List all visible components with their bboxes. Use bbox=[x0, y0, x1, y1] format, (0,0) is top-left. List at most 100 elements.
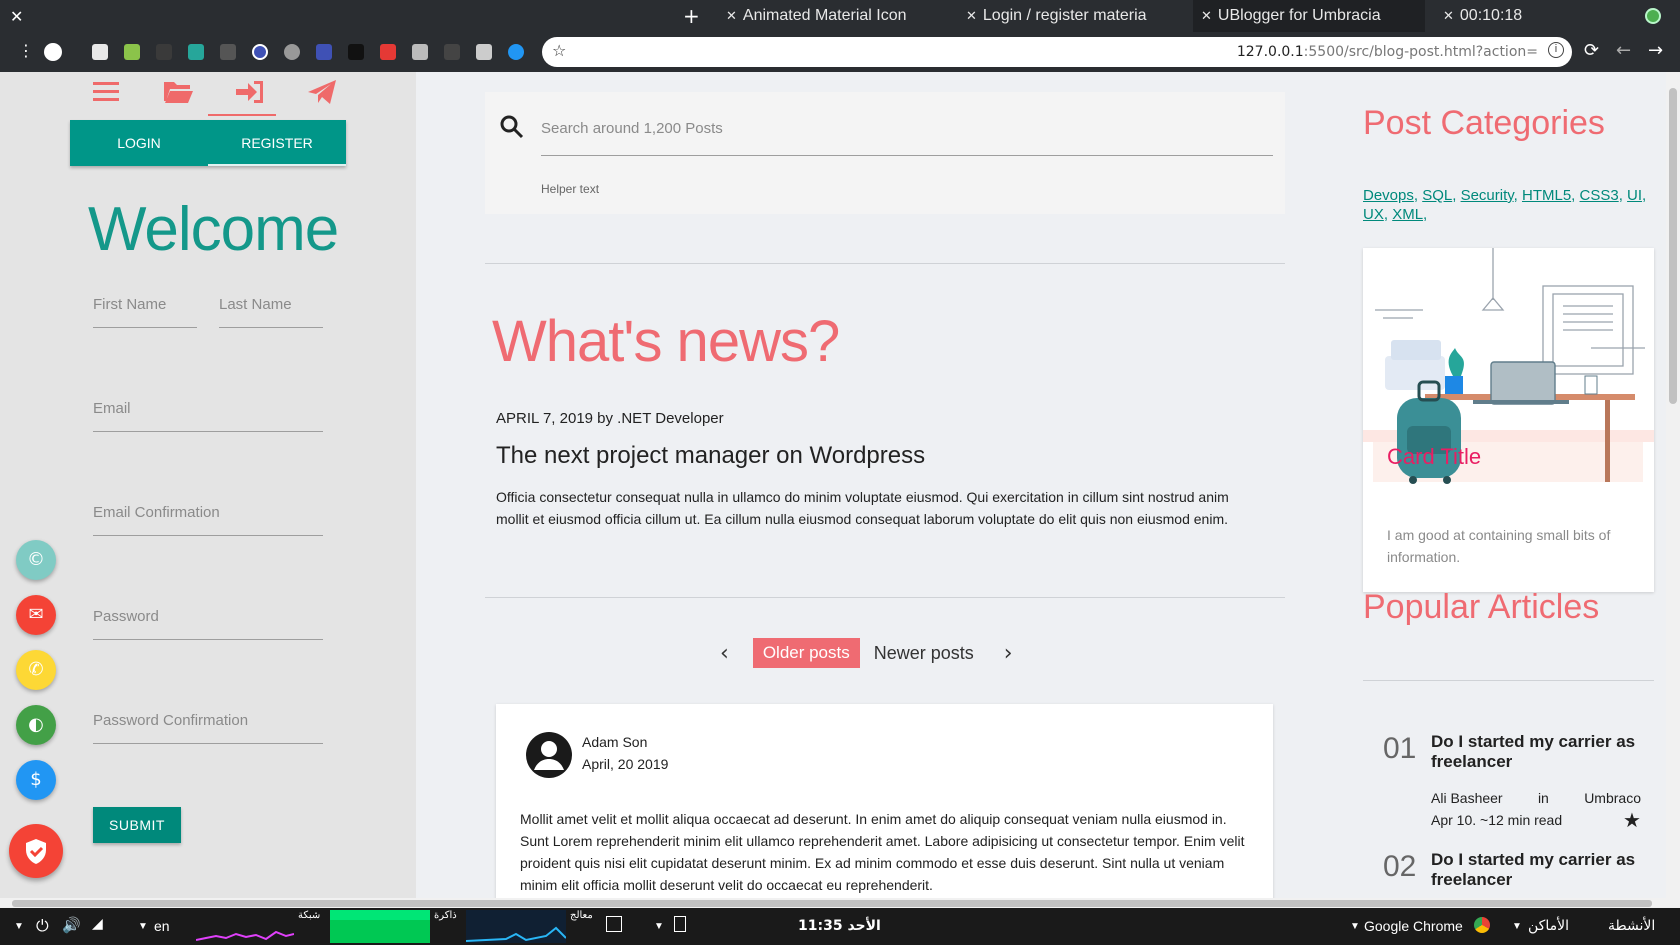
email-confirmation-field[interactable]: Email Confirmation bbox=[93, 504, 323, 536]
last-name-field[interactable]: Last Name bbox=[219, 296, 323, 328]
scrollbar-thumb[interactable] bbox=[12, 900, 1652, 907]
vertical-scrollbar[interactable] bbox=[1666, 72, 1680, 908]
search-helper-text: Helper text bbox=[541, 182, 600, 196]
address-bar[interactable]: ☆ 127.0.0.1:5500/src/blog-post.html?acti… bbox=[542, 37, 1572, 67]
category-link[interactable]: CSS3 bbox=[1580, 187, 1619, 204]
article-title[interactable]: Do I started my carrier as freelancer bbox=[1431, 850, 1651, 890]
activities-button[interactable]: الأنشطة bbox=[1608, 918, 1655, 934]
post-excerpt: Officia consectetur consequat nulla in u… bbox=[496, 489, 1229, 527]
post-title[interactable]: The next project manager on Wordpress bbox=[496, 442, 925, 470]
first-name-field[interactable]: First Name bbox=[93, 296, 197, 328]
bookmark-star-icon[interactable]: ☆ bbox=[552, 41, 566, 60]
extension-icon[interactable] bbox=[476, 44, 492, 60]
chevron-down-icon[interactable]: ▼ bbox=[1512, 921, 1522, 932]
volume-icon[interactable]: 🔊 bbox=[62, 916, 81, 934]
chevron-down-icon[interactable]: ▼ bbox=[138, 921, 148, 932]
tab-ublogger[interactable]: ✕ UBlogger for Umbracia bbox=[1193, 0, 1425, 32]
pagination: ‹ Older posts Newer posts › bbox=[720, 638, 1013, 668]
category-link[interactable]: Devops bbox=[1363, 187, 1414, 204]
tab-close-icon[interactable]: ✕ bbox=[966, 9, 977, 24]
chevron-down-icon[interactable]: ▼ bbox=[1350, 921, 1360, 932]
extension-icon[interactable] bbox=[508, 44, 524, 60]
profile-icon[interactable] bbox=[44, 43, 62, 61]
older-posts-button[interactable]: Older posts bbox=[752, 638, 860, 668]
clock[interactable]: 11:35 الأحد bbox=[798, 918, 881, 934]
extension-icon[interactable] bbox=[380, 44, 396, 60]
category-link[interactable]: UX bbox=[1363, 206, 1384, 223]
new-tab-icon[interactable]: + bbox=[683, 4, 700, 28]
search-icon[interactable] bbox=[499, 114, 525, 140]
contrast-fab-icon[interactable]: ◐ bbox=[16, 705, 56, 745]
image-card[interactable]: Card Title I am good at containing small… bbox=[1363, 248, 1654, 592]
menu-kebab-icon[interactable]: ⋮ bbox=[18, 41, 34, 60]
recording-indicator-icon[interactable] bbox=[1645, 8, 1661, 24]
category-link[interactable]: UI bbox=[1627, 187, 1642, 204]
keyboard-layout[interactable]: en bbox=[154, 918, 170, 934]
scrollbar-thumb[interactable] bbox=[1669, 88, 1677, 404]
submit-button[interactable]: SUBMIT bbox=[93, 807, 181, 843]
comment-author: Adam Son bbox=[582, 734, 648, 750]
tab-timer[interactable]: ✕ 00:10:18 bbox=[1435, 0, 1615, 32]
extension-icon[interactable] bbox=[284, 44, 300, 60]
horizontal-scrollbar[interactable] bbox=[0, 898, 1666, 908]
article-title[interactable]: Do I started my carrier as freelancer bbox=[1431, 732, 1651, 772]
tab-close-icon[interactable]: ✕ bbox=[726, 9, 737, 24]
login-icon[interactable] bbox=[234, 78, 266, 106]
extension-icon[interactable] bbox=[156, 44, 172, 60]
send-icon[interactable] bbox=[306, 78, 338, 106]
extension-icon[interactable] bbox=[348, 44, 364, 60]
chrome-icon bbox=[1474, 917, 1490, 933]
category-link[interactable]: SQL bbox=[1422, 187, 1452, 204]
article-byline: Ali Basheer in Umbraco bbox=[1431, 790, 1641, 806]
extension-icon[interactable] bbox=[92, 44, 108, 60]
sip-call-fab-icon[interactable]: ✆ bbox=[16, 650, 56, 690]
back-arrow-icon[interactable]: ← bbox=[1616, 40, 1631, 61]
tab-register[interactable]: REGISTER bbox=[208, 120, 346, 166]
security-shield-fab-icon[interactable] bbox=[9, 824, 63, 878]
extension-icon[interactable] bbox=[252, 44, 268, 60]
tab-close-icon[interactable]: ✕ bbox=[1443, 9, 1454, 24]
extension-icon[interactable] bbox=[412, 44, 428, 60]
extension-icon[interactable] bbox=[124, 44, 140, 60]
folder-open-icon[interactable] bbox=[162, 78, 194, 106]
password-confirmation-field[interactable]: Password Confirmation bbox=[93, 712, 323, 744]
active-app-name[interactable]: Google Chrome bbox=[1364, 918, 1463, 934]
copyright-fab-icon[interactable]: © bbox=[16, 540, 56, 580]
newer-posts-button[interactable]: Newer posts bbox=[874, 643, 974, 664]
reload-icon[interactable]: ⟳ bbox=[1584, 40, 1599, 61]
extension-icon[interactable] bbox=[444, 44, 460, 60]
extension-icon[interactable] bbox=[220, 44, 236, 60]
star-icon[interactable]: ★ bbox=[1623, 808, 1641, 832]
close-window-icon[interactable]: ✕ bbox=[10, 7, 23, 26]
clipboard-icon[interactable] bbox=[674, 916, 686, 932]
wifi-icon[interactable]: ◢ bbox=[92, 916, 103, 932]
chat-fab-icon[interactable]: ✉ bbox=[16, 595, 56, 635]
site-info-icon[interactable]: i bbox=[1548, 42, 1564, 58]
tab-login-register[interactable]: ✕ Login / register materia bbox=[958, 0, 1190, 32]
tab-login[interactable]: LOGIN bbox=[70, 120, 208, 166]
dollar-fab-icon[interactable]: $ bbox=[16, 760, 56, 800]
divider bbox=[485, 597, 1285, 598]
tab-close-icon[interactable]: ✕ bbox=[1201, 9, 1212, 24]
places-menu[interactable]: الأماكن bbox=[1528, 918, 1569, 934]
chevron-right-icon[interactable]: › bbox=[1004, 641, 1013, 666]
forward-arrow-icon[interactable]: → bbox=[1648, 40, 1663, 61]
menu-icon[interactable] bbox=[90, 78, 122, 106]
chevron-down-icon[interactable]: ▼ bbox=[654, 921, 664, 932]
system-monitor-icon[interactable] bbox=[606, 916, 622, 932]
chevron-down-icon[interactable]: ▼ bbox=[14, 921, 24, 932]
category-link[interactable]: Security bbox=[1461, 187, 1514, 204]
power-icon[interactable]: ⏻ bbox=[36, 916, 49, 936]
tab-label: Animated Material Icon bbox=[742, 7, 907, 24]
email-field[interactable]: Email bbox=[93, 400, 323, 432]
comment-body: Mollit amet velit et mollit aliqua occae… bbox=[520, 811, 1245, 893]
extension-icon[interactable] bbox=[316, 44, 332, 60]
extension-icon[interactable] bbox=[188, 44, 204, 60]
search-input[interactable]: Search around 1,200 Posts bbox=[541, 120, 1273, 156]
password-field[interactable]: Password bbox=[93, 608, 323, 640]
divider bbox=[485, 263, 1285, 264]
category-link[interactable]: HTML5 bbox=[1522, 187, 1571, 204]
tab-animated-material[interactable]: ✕ Animated Material Icon bbox=[718, 0, 950, 32]
chevron-left-icon[interactable]: ‹ bbox=[720, 641, 729, 666]
category-link[interactable]: XML bbox=[1392, 206, 1423, 223]
